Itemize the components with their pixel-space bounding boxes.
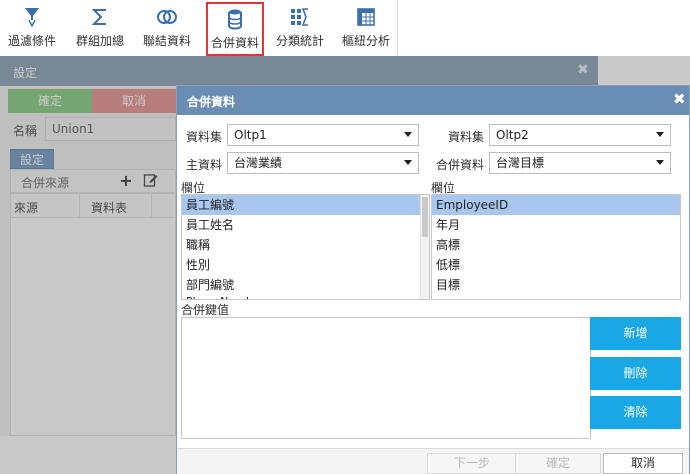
join-tool-label: 聯結資料 (143, 34, 192, 48)
cancel-button[interactable]: 取消 (603, 453, 683, 474)
right-dataset-value: Oltp2 (496, 128, 529, 142)
left-field-item[interactable]: 員工姓名 (182, 215, 429, 235)
join-icon (154, 4, 180, 30)
left-field-item[interactable]: 職稱 (182, 235, 429, 255)
right-field-item[interactable]: EmployeeID (432, 195, 680, 215)
scroll-thumb[interactable] (422, 197, 428, 237)
left-field-item[interactable]: 性別 (182, 255, 429, 275)
merge-key-label: 合併鍵值 (181, 303, 230, 317)
group-sum-tool-label: 群組加總 (76, 34, 125, 48)
filter-tool-button[interactable]: 過濾條件 (8, 4, 56, 52)
join-tool-button[interactable]: 聯結資料 (143, 4, 191, 52)
chevron-down-icon (656, 160, 664, 165)
right-field-item[interactable]: 高標 (432, 235, 680, 255)
merge-tool-button[interactable]: 合併資料 (206, 2, 265, 56)
right-dataset-label: 資料集 (448, 130, 485, 144)
right-fields-list[interactable]: EmployeeID 年月 高標 低標 目標 (431, 194, 681, 300)
close-icon[interactable]: ✖ (673, 90, 686, 108)
right-field-item[interactable]: 年月 (432, 215, 680, 235)
left-list-scrollbar[interactable] (420, 195, 429, 299)
group-sum-tool-button[interactable]: 群組加總 (76, 4, 124, 52)
confirm-button[interactable]: 確定 (515, 453, 601, 474)
merge-database-icon (222, 6, 248, 32)
merge-key-list[interactable] (181, 317, 591, 439)
left-main-value: 台灣業績 (234, 156, 283, 170)
right-field-item[interactable]: 目標 (432, 275, 680, 295)
sigma-icon (87, 4, 113, 30)
right-merge-label: 合併資料 (436, 158, 485, 172)
category-stats-tool-button[interactable]: 分類統計 (276, 4, 324, 52)
merge-tool-label: 合併資料 (211, 36, 260, 50)
left-field-item[interactable]: PhoneNumber (182, 292, 429, 299)
chevron-down-icon (404, 132, 412, 137)
filter-tool-label: 過濾條件 (8, 34, 57, 48)
merge-dialog-footer: 下一步 確定 取消 (177, 448, 689, 474)
merge-dialog-title: 合併資料 (187, 95, 236, 109)
chevron-down-icon (656, 132, 664, 137)
left-main-select[interactable]: 台灣業績 (227, 152, 419, 174)
merge-titlebar: 合併資料 ✖ (177, 86, 689, 115)
left-main-label: 主資料 (186, 158, 223, 172)
right-merge-select[interactable]: 台灣目標 (489, 152, 671, 174)
left-field-item[interactable]: 員工編號 (182, 195, 429, 215)
pivot-tool-button[interactable]: 樞紐分析 (342, 4, 390, 52)
delete-key-button[interactable]: 刪除 (590, 357, 681, 390)
filter-icon (19, 4, 45, 30)
merge-dialog: 合併資料 ✖ 資料集 Oltp1 主資料 台灣業績 資料集 Oltp2 合併資料… (176, 85, 690, 474)
left-dataset-value: Oltp1 (234, 128, 267, 142)
pivot-icon (353, 4, 379, 30)
right-merge-value: 台灣目標 (496, 156, 545, 170)
next-step-button[interactable]: 下一步 (427, 453, 517, 474)
pivot-tool-label: 樞紐分析 (342, 34, 391, 48)
right-dataset-select[interactable]: Oltp2 (489, 124, 671, 146)
chevron-down-icon (404, 160, 412, 165)
add-key-button[interactable]: 新增 (590, 317, 681, 350)
right-field-item[interactable]: 低標 (432, 255, 680, 275)
clear-keys-button[interactable]: 清除 (590, 396, 681, 429)
category-stats-tool-label: 分類統計 (276, 34, 325, 48)
left-dataset-select[interactable]: Oltp1 (227, 124, 419, 146)
category-stats-icon (287, 4, 313, 30)
left-dataset-label: 資料集 (186, 130, 223, 144)
toolbar: 過濾條件 群組加總 聯結資料 合併資料 分類統計 樞紐分析 (0, 0, 398, 56)
left-fields-list[interactable]: 員工編號 員工姓名 職稱 性別 部門編號 PhoneNumber (181, 194, 430, 300)
